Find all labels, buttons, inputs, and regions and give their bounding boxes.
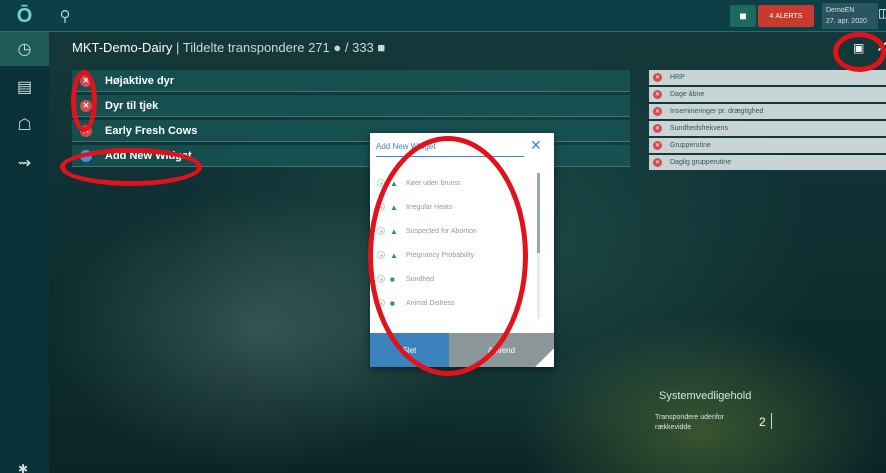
reports-icon[interactable]: ▤	[0, 70, 49, 104]
out-of-range-value: 2	[759, 415, 766, 429]
remove-widget-icon[interactable]: ✕	[653, 158, 662, 167]
widget-label: Early Fresh Cows	[105, 124, 198, 137]
remove-widget-icon[interactable]: ✕	[653, 90, 662, 99]
system-maintenance-title: Systemvedligehold	[659, 390, 752, 402]
widget-label: Dyr til tjek	[105, 99, 159, 112]
sidebar: ◷ ▤ ☖ ⇝	[0, 32, 49, 473]
transponder-icon: ●	[333, 40, 342, 55]
close-icon[interactable]: ✕	[530, 137, 542, 154]
right-widget-row[interactable]: ✕ Insemineringer pr. drægtighed	[649, 104, 886, 119]
title-separator: |	[172, 40, 183, 55]
annotation-ring	[368, 136, 528, 376]
user-name: DemoEN	[826, 7, 855, 14]
right-widget-row[interactable]: ✕ Dage åbne	[649, 87, 886, 102]
cow-icon[interactable]: ■	[730, 5, 756, 27]
out-of-range-label: Transpondere udenfor rækkevidde	[655, 414, 725, 431]
search-icon[interactable]: ⚲	[54, 5, 76, 27]
right-widget-row[interactable]: ✕ Grupperutine	[649, 138, 886, 153]
alerts-button[interactable]: 4 ALERTS	[758, 5, 814, 27]
remove-widget-icon[interactable]: ✕	[653, 124, 662, 133]
right-widget-label: Sundhedsfrekvens	[670, 125, 728, 132]
annotation-ring	[833, 32, 886, 72]
cow-tools-icon[interactable]: ⇝	[0, 146, 49, 180]
right-widget-label: Dage åbne	[670, 91, 705, 98]
page-title: MKT-Demo-Dairy | Tildelte transpondere 2…	[72, 40, 385, 55]
right-widget-row[interactable]: ✕ Sundhedsfrekvens	[649, 121, 886, 136]
right-widget-row[interactable]: ✕ HRP	[649, 70, 886, 85]
cow-count-icon: ■	[377, 40, 386, 55]
logout-icon[interactable]: ◫	[878, 6, 886, 24]
logo-glyph: Ō	[16, 4, 33, 27]
right-widget-list: ✕ HRP ✕ Dage åbne ✕ Insemineringer pr. dræg…	[649, 70, 886, 172]
annotation-ring	[60, 148, 202, 186]
remove-widget-icon[interactable]: ✕	[653, 107, 662, 116]
right-widget-row[interactable]: ✕ Daglig grupperutine	[649, 155, 886, 170]
barn-icon[interactable]: ☖	[0, 108, 49, 142]
transponder-count: 271	[308, 40, 330, 55]
widget-row[interactable]: ✕ Dyr til tjek	[72, 95, 630, 117]
settings-icon[interactable]: ✱	[18, 462, 28, 473]
annotation-ring	[71, 70, 97, 132]
user-date: 27. apr. 2020	[826, 18, 867, 25]
widget-row[interactable]: ✕ Højaktive dyr	[72, 70, 630, 92]
dashboard-icon[interactable]: ◷	[0, 32, 49, 66]
widget-label: Højaktive dyr	[105, 74, 175, 87]
top-bar: Ō ⚲ ■ 4 ALERTS DemoEN 27. apr. 2020 ◫	[0, 0, 886, 32]
alert-count: 4	[769, 12, 774, 20]
app-logo[interactable]: Ō	[0, 0, 49, 32]
title-subtitle: Tildelte transpondere	[182, 40, 305, 55]
scrollbar-thumb[interactable]	[537, 173, 540, 253]
right-widget-label: Grupperutine	[670, 142, 711, 149]
right-widget-label: Insemineringer pr. drægtighed	[670, 108, 764, 115]
total-count: / 333	[344, 40, 374, 55]
right-widget-label: HRP	[670, 74, 685, 81]
divider	[771, 413, 772, 429]
remove-widget-icon[interactable]: ✕	[653, 141, 662, 150]
user-info[interactable]: DemoEN 27. apr. 2020	[822, 3, 878, 29]
alerts-label: ALERTS	[775, 12, 803, 20]
farm-name: MKT-Demo-Dairy	[72, 40, 173, 55]
right-widget-label: Daglig grupperutine	[670, 159, 732, 166]
remove-widget-icon[interactable]: ✕	[653, 73, 662, 82]
